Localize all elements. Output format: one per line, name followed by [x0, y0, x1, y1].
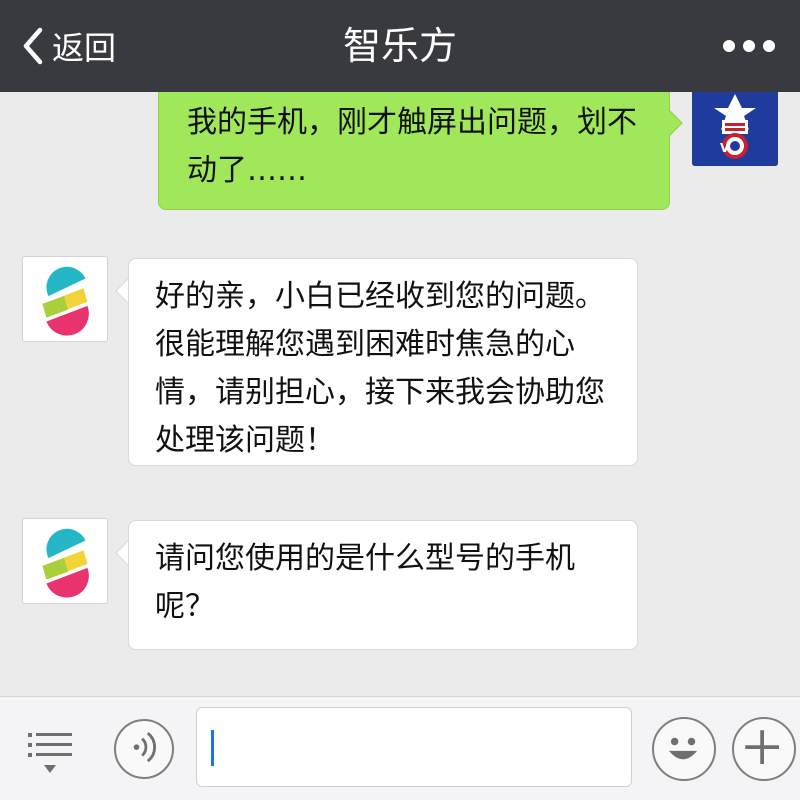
brand-logo-icon	[42, 266, 89, 336]
user-avatar[interactable]: V	[692, 92, 778, 166]
nav-bar: 返回 智乐方	[0, 0, 800, 92]
bot-avatar[interactable]	[22, 256, 108, 342]
emoji-button[interactable]	[652, 717, 716, 781]
message-input[interactable]	[196, 707, 632, 787]
emoji-icon	[669, 737, 698, 760]
message-text: 我的手机，刚才触屏出问题，划不动了……	[187, 105, 637, 188]
captain-america-avatar-icon: V	[692, 92, 778, 166]
back-label: 返回	[52, 29, 117, 67]
message-bubble-outgoing[interactable]: 我的手机，刚才触屏出问题，划不动了……	[158, 92, 670, 210]
plus-icon	[745, 730, 779, 764]
plus-button[interactable]	[732, 717, 796, 781]
chevron-left-icon	[23, 27, 43, 65]
brand-logo-icon	[42, 528, 89, 598]
svg-text:V: V	[720, 141, 730, 155]
message-bubble-incoming[interactable]: 请问您使用的是什么型号的手机呢？	[128, 520, 638, 650]
bot-avatar[interactable]	[22, 518, 108, 604]
message-text: 好的亲，小白已经收到您的问题。很能理解您遇到困难时焦急的心情，请别担心，接下来我…	[155, 279, 605, 458]
voice-button[interactable]	[114, 719, 174, 779]
voice-icon	[133, 732, 156, 763]
message-text: 请问您使用的是什么型号的手机呢？	[155, 541, 575, 624]
input-toolbar	[0, 696, 800, 800]
message-list[interactable]: 我的手机，刚才触屏出问题，划不动了…… V 好的亲，小白已经收到您的问题。很能理…	[0, 92, 800, 696]
text-caret	[211, 730, 214, 766]
back-button[interactable]: 返回	[18, 20, 116, 72]
more-dots-icon[interactable]	[722, 36, 776, 56]
menu-list-icon[interactable]	[22, 723, 78, 779]
chat-title: 智乐方	[342, 24, 457, 68]
message-bubble-incoming[interactable]: 好的亲，小白已经收到您的问题。很能理解您遇到困难时焦急的心情，请别担心，接下来我…	[128, 258, 638, 466]
